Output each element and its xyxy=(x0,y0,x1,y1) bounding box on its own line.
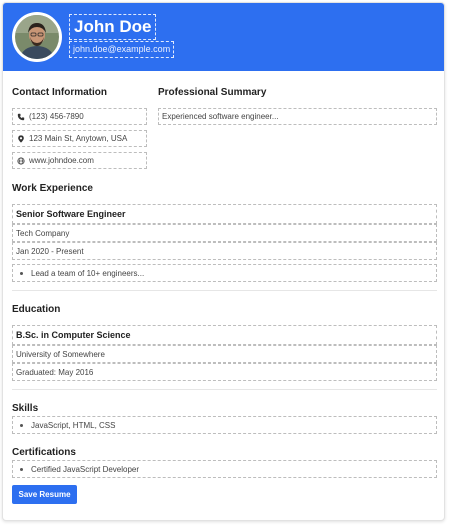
map-pin-icon xyxy=(16,134,26,144)
skills-text: JavaScript, HTML, CSS xyxy=(31,420,116,430)
website-field[interactable]: www.johndoe.com xyxy=(12,152,147,169)
bullet-dot xyxy=(20,467,23,471)
avatar[interactable] xyxy=(12,12,62,62)
graduated-field[interactable]: Graduated: May 2016 xyxy=(12,363,437,381)
resume-card: John Doe john.doe@example.com Contact In… xyxy=(2,2,445,521)
phone-field[interactable]: (123) 456-7890 xyxy=(12,108,147,125)
save-resume-button[interactable]: Save Resume xyxy=(12,485,77,504)
phone-text: (123) 456-7890 xyxy=(29,112,84,121)
globe-icon xyxy=(16,156,26,166)
company-field[interactable]: Tech Company xyxy=(12,224,437,242)
skills-field[interactable]: JavaScript, HTML, CSS xyxy=(12,416,437,434)
job-bullet-text: Lead a team of 10+ engineers... xyxy=(31,268,145,278)
address-field[interactable]: 123 Main St, Anytown, USA xyxy=(12,130,147,147)
avatar-photo xyxy=(15,15,59,59)
job-title-field[interactable]: Senior Software Engineer xyxy=(12,204,437,224)
summary-heading: Professional Summary xyxy=(158,87,267,98)
education-heading: Education xyxy=(12,304,61,315)
contact-heading: Contact Information xyxy=(12,87,107,98)
section-divider xyxy=(12,290,437,291)
job-bullet-field[interactable]: Lead a team of 10+ engineers... xyxy=(12,264,437,282)
degree-field[interactable]: B.Sc. in Computer Science xyxy=(12,325,437,345)
phone-icon xyxy=(16,112,26,122)
work-heading: Work Experience xyxy=(12,183,93,194)
certifications-heading: Certifications xyxy=(12,447,76,458)
address-text: 123 Main St, Anytown, USA xyxy=(29,134,128,143)
profile-email[interactable]: john.doe@example.com xyxy=(69,41,175,58)
section-divider xyxy=(12,389,437,390)
summary-field[interactable]: Experienced software engineer... xyxy=(158,108,437,125)
bullet-dot xyxy=(20,271,23,275)
skills-heading: Skills xyxy=(12,403,39,414)
certification-text: Certified JavaScript Developer xyxy=(31,464,140,474)
certification-field[interactable]: Certified JavaScript Developer xyxy=(12,460,437,478)
website-text: www.johndoe.com xyxy=(29,156,94,165)
profile-name[interactable]: John Doe xyxy=(69,14,157,40)
job-dates-field[interactable]: Jan 2020 - Present xyxy=(12,242,437,260)
bullet-dot xyxy=(20,423,23,427)
school-field[interactable]: University of Somewhere xyxy=(12,345,437,363)
profile-header: John Doe john.doe@example.com xyxy=(3,3,444,71)
